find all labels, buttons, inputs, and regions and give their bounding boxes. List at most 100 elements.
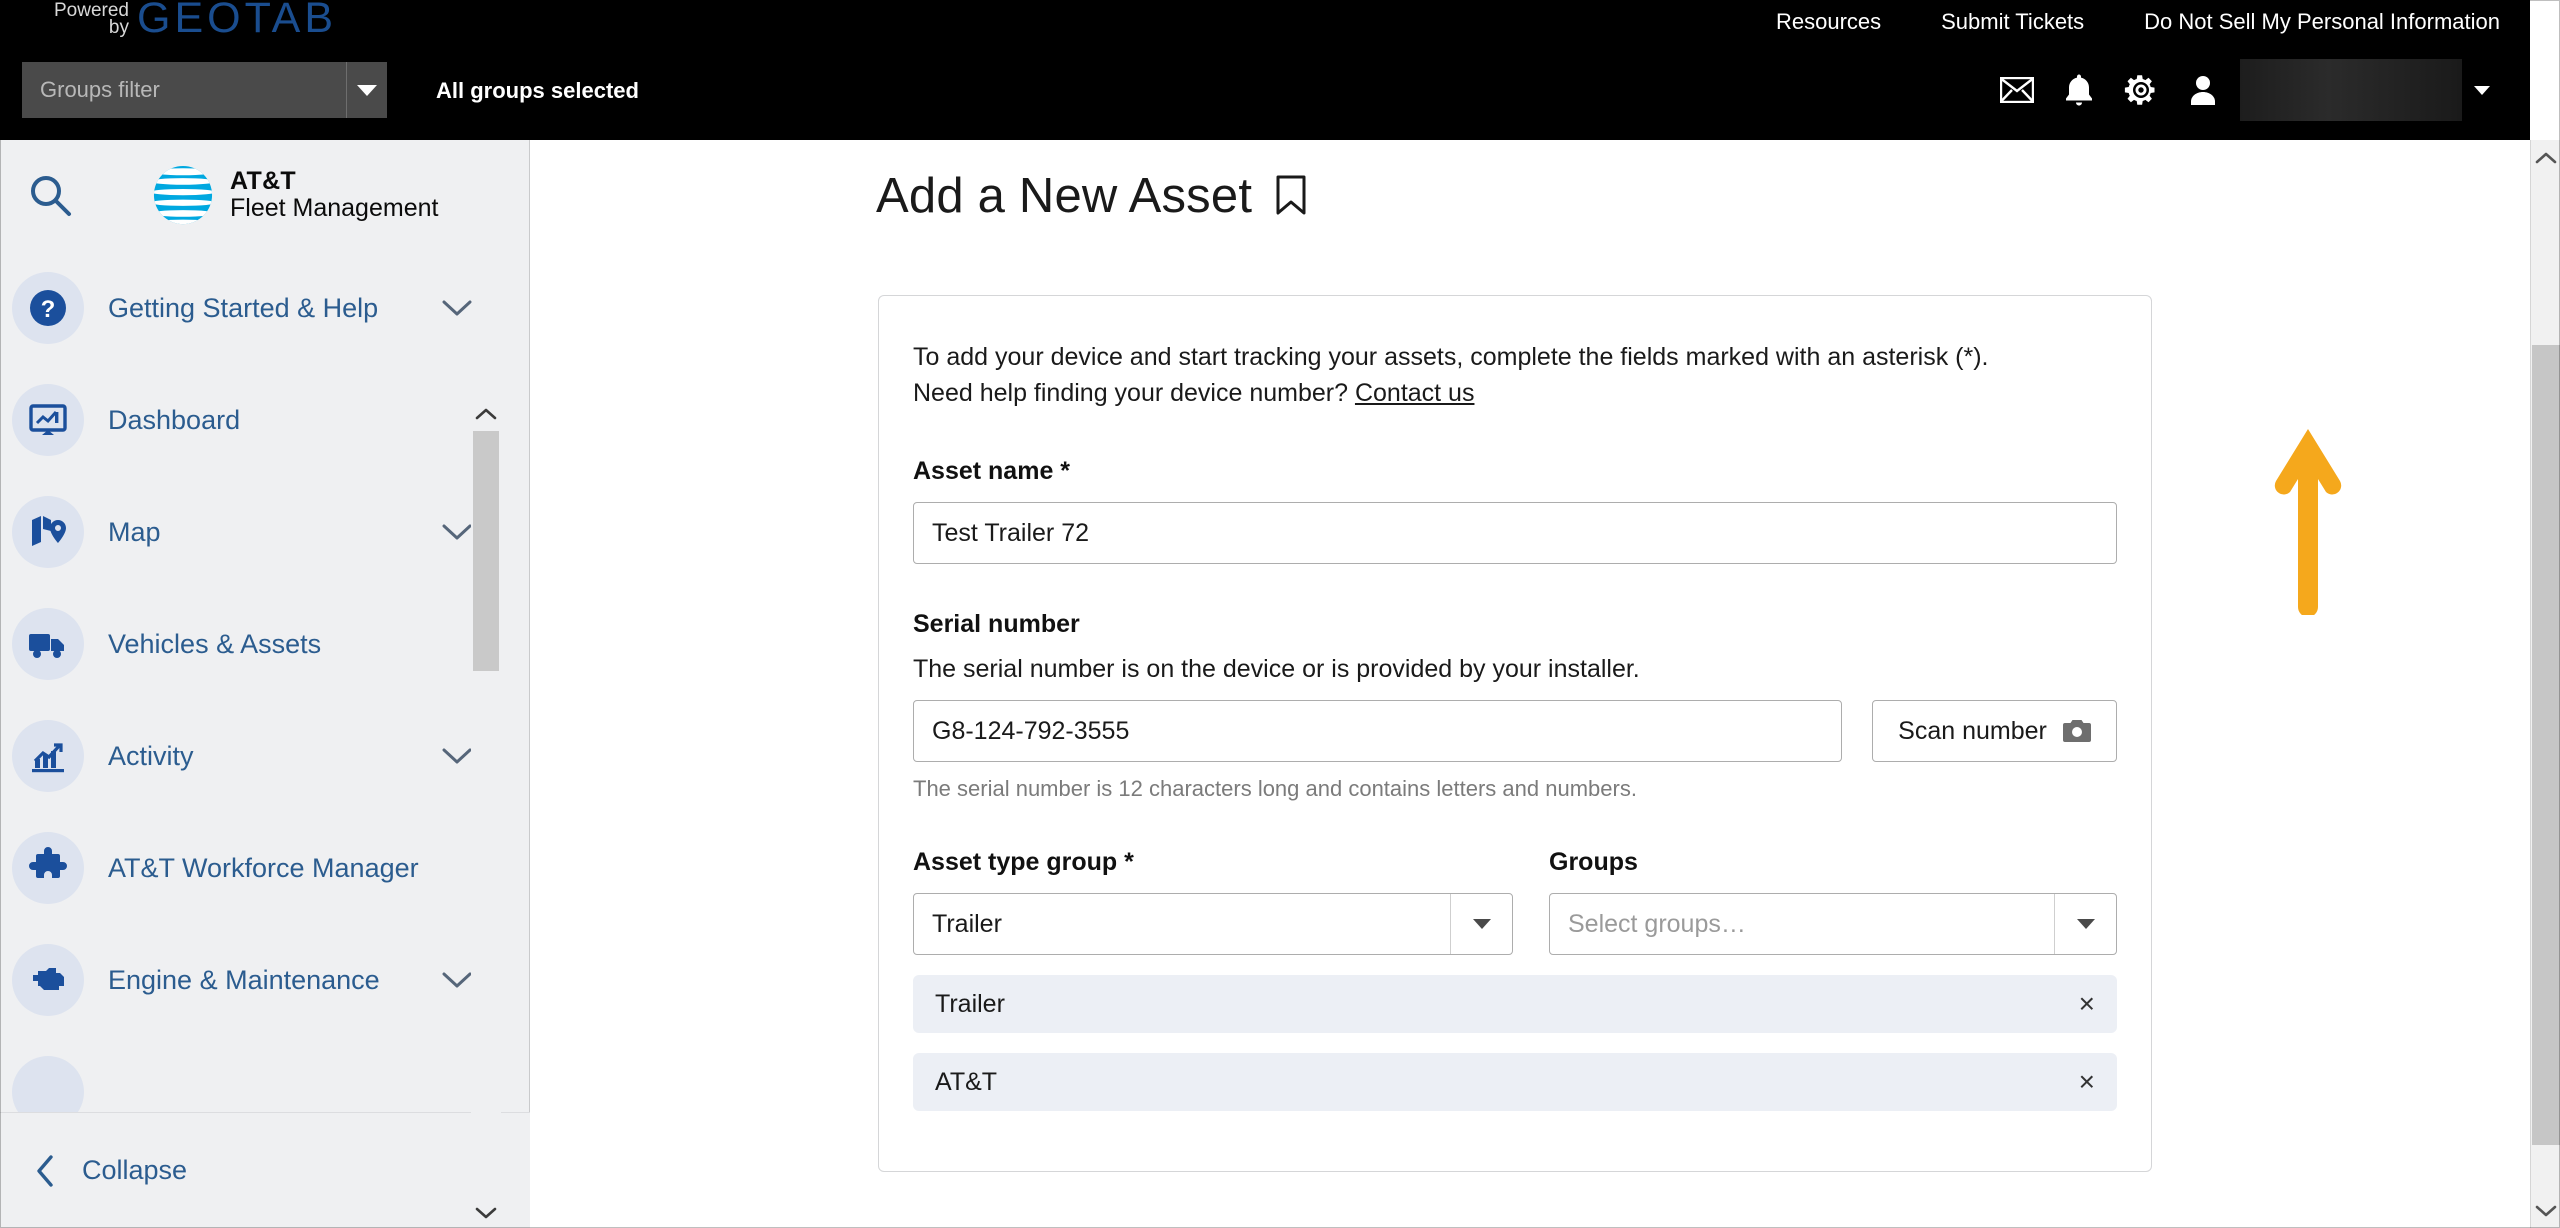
chevron-down-icon: [2076, 919, 2095, 929]
user-icon[interactable]: [2172, 59, 2234, 121]
top-nav-resources[interactable]: Resources: [1776, 9, 1881, 35]
app-root: Powered by GEOTAB Resources Submit Ticke…: [0, 0, 2560, 1228]
att-fleet-brand: AT&T Fleet Management: [152, 164, 438, 226]
sidebar-item-label: Map: [108, 516, 161, 547]
top-nav-links: Resources Submit Tickets Do Not Sell My …: [1776, 0, 2500, 44]
serial-number-description: The serial number is on the device or is…: [913, 655, 1640, 683]
camera-icon: [2062, 720, 2091, 742]
asset-type-group-select[interactable]: Trailer: [913, 893, 1513, 955]
top-header-bar: Powered by GEOTAB Resources Submit Ticke…: [0, 0, 2530, 140]
sidebar-item-label: Dashboard: [108, 404, 241, 435]
powered-by-label: Powered by: [34, 1, 129, 38]
sidebar-header: AT&T Fleet Management: [0, 140, 529, 250]
scroll-up-icon[interactable]: [471, 398, 501, 428]
sidebar-item-workforce-manager[interactable]: AT&T Workforce Manager: [0, 812, 530, 924]
generic-nav-icon: [12, 1056, 84, 1112]
svg-text:?: ?: [41, 296, 56, 323]
groups-label: Groups: [1549, 848, 1638, 876]
chevron-down-icon[interactable]: [442, 971, 472, 989]
selected-group-chip: AT&T ×: [913, 1053, 2117, 1111]
scroll-down-icon[interactable]: [2531, 1194, 2560, 1228]
att-globe-icon: [153, 165, 213, 225]
sidebar-item-label: Activity: [108, 740, 194, 771]
asset-type-group-label: Asset type group *: [913, 848, 1134, 876]
chevron-down-icon: [1472, 919, 1491, 929]
user-menu-dropdown-button[interactable]: [2462, 59, 2502, 121]
scroll-down-icon[interactable]: [471, 1198, 501, 1228]
page-title: Add a New Asset: [876, 169, 1253, 223]
serial-number-label: Serial number: [913, 610, 1080, 638]
chip-label: Trailer: [935, 989, 1005, 1018]
help-circle-icon: ?: [12, 272, 84, 344]
groups-field: Groups Select groups…: [1549, 848, 2117, 955]
scroll-up-icon[interactable]: [2531, 140, 2560, 174]
sidebar-scrollbar-thumb[interactable]: [473, 431, 499, 671]
close-icon[interactable]: ×: [2079, 1068, 2095, 1096]
scan-number-label: Scan number: [1898, 716, 2047, 745]
sidebar-item-getting-started[interactable]: ? Getting Started & Help: [0, 252, 530, 364]
all-groups-selected-label: All groups selected: [436, 78, 639, 103]
sidebar: AT&T Fleet Management ? Getting Started …: [0, 140, 530, 1228]
geotab-logo: GEOTAB: [137, 0, 338, 42]
main-scrollbar[interactable]: [2530, 140, 2560, 1228]
asset-type-group-dropdown-button[interactable]: [1450, 894, 1512, 954]
bookmark-icon[interactable]: [1274, 175, 1308, 217]
chip-label: AT&T: [935, 1067, 998, 1096]
powered-by-line2: by: [108, 17, 129, 38]
top-nav-do-not-sell[interactable]: Do Not Sell My Personal Information: [2144, 9, 2500, 35]
search-icon[interactable]: [18, 163, 82, 227]
sidebar-item-partial[interactable]: [0, 1036, 530, 1112]
main-scrollbar-thumb[interactable]: [2532, 345, 2560, 1145]
page-title-row: Add a New Asset: [876, 168, 2530, 224]
groups-dropdown-button[interactable]: [2054, 894, 2116, 954]
add-asset-form-card: To add your device and start tracking yo…: [878, 295, 2152, 1172]
dashboard-monitor-icon: [12, 384, 84, 456]
sidebar-item-label: Vehicles & Assets: [108, 628, 322, 659]
serial-number-row: Scan number: [913, 700, 2117, 762]
group-selectors-row: Asset type group * Trailer Groups Select…: [913, 848, 2117, 955]
groups-placeholder: Select groups…: [1568, 909, 1746, 938]
sidebar-item-dashboard[interactable]: Dashboard: [0, 364, 530, 476]
engine-icon: [12, 944, 84, 1016]
user-name-redacted[interactable]: [2240, 59, 2462, 121]
close-icon[interactable]: ×: [2079, 990, 2095, 1018]
collapse-label: Collapse: [82, 1155, 188, 1185]
bar-chart-icon: [12, 720, 84, 792]
groups-filter-input[interactable]: [22, 62, 346, 118]
selected-group-chip: Trailer ×: [913, 975, 2117, 1033]
asset-type-group-value: Trailer: [932, 909, 1002, 938]
contact-us-link[interactable]: Contact us: [1355, 379, 1475, 407]
chevron-down-icon[interactable]: [442, 523, 472, 541]
groups-filter-dropdown-button[interactable]: [346, 62, 387, 118]
groups-select[interactable]: Select groups…: [1549, 893, 2117, 955]
chevron-down-icon[interactable]: [442, 747, 472, 765]
groups-filter[interactable]: [22, 62, 387, 118]
asset-name-input[interactable]: [913, 502, 2117, 564]
truck-icon: [12, 608, 84, 680]
top-nav-submit-tickets[interactable]: Submit Tickets: [1941, 9, 2084, 35]
bell-icon[interactable]: [2048, 59, 2110, 121]
serial-number-hint: The serial number is 12 characters long …: [913, 776, 1637, 801]
asset-name-label: Asset name *: [913, 457, 1071, 485]
form-intro-line2-text: Need help finding your device number?: [913, 378, 1355, 407]
sidebar-collapse-button[interactable]: Collapse: [0, 1112, 530, 1228]
scan-number-button[interactable]: Scan number: [1872, 700, 2117, 762]
chevron-down-icon[interactable]: [442, 299, 472, 317]
sidebar-item-label: Engine & Maintenance: [108, 964, 380, 995]
asset-type-group-field: Asset type group * Trailer: [913, 848, 1513, 955]
sidebar-item-vehicles-assets[interactable]: Vehicles & Assets: [0, 588, 530, 700]
map-pin-icon: [12, 496, 84, 568]
brand-text: AT&T Fleet Management: [230, 168, 438, 222]
sidebar-scrollbar[interactable]: [471, 398, 501, 1228]
form-intro-line1: To add your device and start tracking yo…: [913, 343, 1989, 371]
sidebar-nav-list: ? Getting Started & Help Dashboard Map V…: [0, 252, 530, 1112]
sidebar-item-label: AT&T Workforce Manager: [108, 852, 419, 883]
serial-number-input[interactable]: [913, 700, 1842, 762]
sidebar-item-engine-maintenance[interactable]: Engine & Maintenance: [0, 924, 530, 1036]
form-intro-line2: Need help finding your device number? Co…: [913, 376, 2117, 412]
sidebar-item-label: Getting Started & Help: [108, 292, 379, 323]
sidebar-item-map[interactable]: Map: [0, 476, 530, 588]
sidebar-item-activity[interactable]: Activity: [0, 700, 530, 812]
mail-icon[interactable]: [1986, 59, 2048, 121]
gear-icon[interactable]: [2110, 59, 2172, 121]
